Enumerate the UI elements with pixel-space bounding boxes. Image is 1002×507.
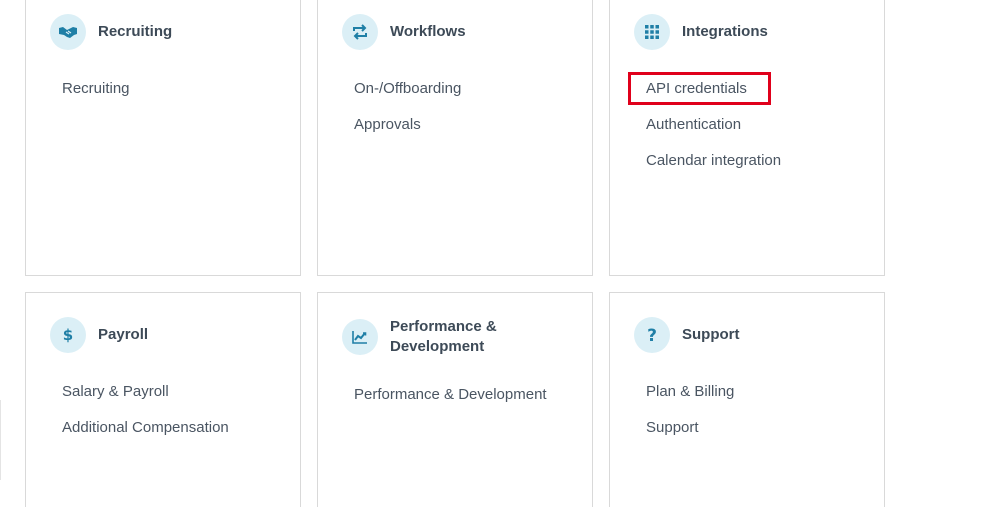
card-integrations: Integrations API credentials Authenticat… <box>609 0 885 276</box>
card-workflows: Workflows On-/Offboarding Approvals <box>317 0 593 276</box>
link-api-credentials[interactable]: API credentials <box>646 79 781 99</box>
card-title: Payroll <box>98 326 149 343</box>
card-performance: Performance & Development Performance & D… <box>317 292 593 507</box>
dollar-icon: $ <box>50 317 86 353</box>
link-list: Recruiting <box>62 79 130 115</box>
link-list: API credentials Authentication Calendar … <box>646 79 781 187</box>
card-support: ? Support Plan & Billing Support <box>609 292 885 507</box>
link-support[interactable]: Support <box>646 418 734 438</box>
handshake-icon <box>50 14 86 50</box>
link-list: Plan & Billing Support <box>646 382 734 454</box>
question-icon: ? <box>634 317 670 353</box>
link-on-offboarding[interactable]: On-/Offboarding <box>354 79 461 99</box>
link-list: On-/Offboarding Approvals <box>354 79 461 151</box>
card-title: Support <box>682 326 740 343</box>
card-title: Recruiting <box>98 23 173 40</box>
link-authentication[interactable]: Authentication <box>646 115 781 135</box>
card-payroll: $ Payroll Salary & Payroll Additional Co… <box>25 292 301 507</box>
card-header: Performance & Development <box>342 317 497 357</box>
link-salary-payroll[interactable]: Salary & Payroll <box>62 382 229 402</box>
page-edge-divider <box>0 400 3 480</box>
card-title: Workflows <box>390 23 466 40</box>
link-approvals[interactable]: Approvals <box>354 115 461 135</box>
card-header: $ Payroll <box>50 317 148 353</box>
card-title: Performance & Development <box>390 317 497 357</box>
link-additional-compensation[interactable]: Additional Compensation <box>62 418 229 438</box>
link-performance-development[interactable]: Performance & Development <box>354 385 547 405</box>
card-title: Integrations <box>682 23 768 40</box>
link-recruiting[interactable]: Recruiting <box>62 79 130 99</box>
link-calendar-integration[interactable]: Calendar integration <box>646 151 781 171</box>
card-header: ? Support <box>634 317 740 353</box>
card-header: Integrations <box>634 14 768 50</box>
card-title-line2: Development <box>390 338 485 355</box>
svg-text:?: ? <box>647 326 657 344</box>
svg-text:$: $ <box>63 326 73 344</box>
link-plan-billing[interactable]: Plan & Billing <box>646 382 734 402</box>
card-header: Recruiting <box>50 14 172 50</box>
trend-chart-icon <box>342 319 378 355</box>
card-header: Workflows <box>342 14 466 50</box>
repeat-icon <box>342 14 378 50</box>
grid-icon <box>634 14 670 50</box>
link-list: Performance & Development <box>354 385 547 421</box>
link-list: Salary & Payroll Additional Compensation <box>62 382 229 454</box>
card-title-line1: Performance & <box>390 318 497 335</box>
settings-overview: Recruiting Recruiting Workflows On-/Offb… <box>0 0 1002 507</box>
card-recruiting: Recruiting Recruiting <box>25 0 301 276</box>
